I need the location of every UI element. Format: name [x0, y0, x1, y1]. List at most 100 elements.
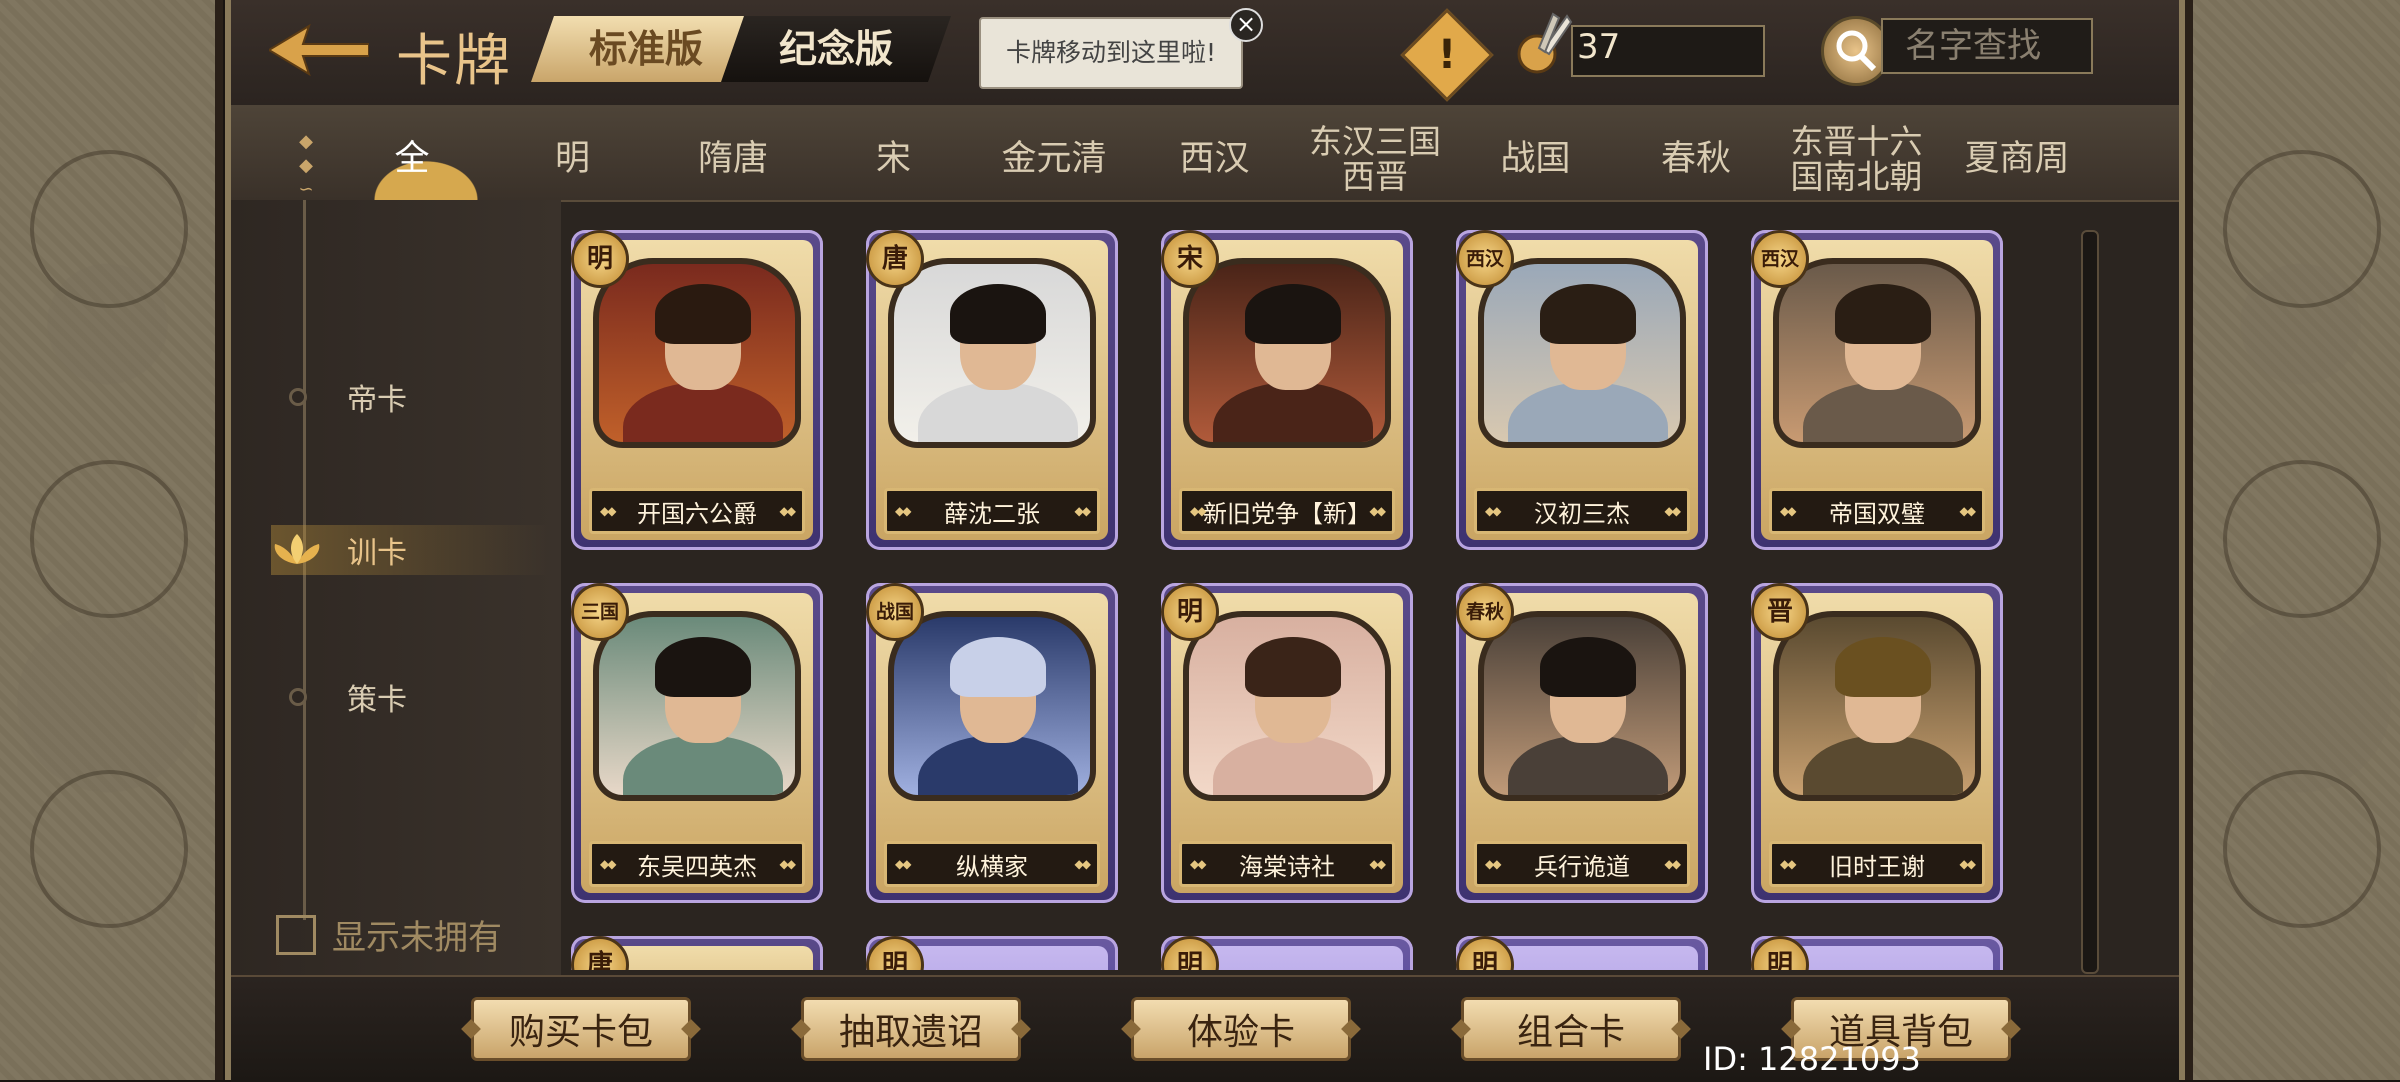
- card[interactable]: 薛沈二张 唐: [866, 230, 1118, 550]
- era-tab-label: 东汉三国 西晋: [1309, 121, 1441, 196]
- card[interactable]: 帝国双璧 西汉: [1751, 230, 2003, 550]
- card-portrait: [888, 611, 1096, 801]
- portrait-hair: [1540, 637, 1636, 697]
- tab-era-3[interactable]: 宋: [819, 112, 969, 207]
- portrait-hair: [1245, 637, 1341, 697]
- show-unowned-label: 显示未拥有: [332, 918, 502, 958]
- card-name: 薛沈二张: [884, 488, 1100, 534]
- left-ornament-panel: [0, 0, 223, 1080]
- card[interactable]: 明: [866, 936, 1118, 970]
- card[interactable]: 开国六公爵 明: [571, 230, 823, 550]
- card[interactable]: 纵横家 战国: [866, 583, 1118, 903]
- trial-card-button[interactable]: 体验卡: [1131, 997, 1351, 1061]
- tab-era-7[interactable]: 战国: [1461, 112, 1611, 207]
- card[interactable]: 明: [1161, 936, 1413, 970]
- era-badge: 唐: [571, 936, 629, 970]
- portrait-body: [623, 735, 783, 795]
- tab-era-9[interactable]: 东晋十六 国南北朝: [1782, 112, 1932, 207]
- era-tab-label: 宋: [875, 139, 911, 180]
- tooltip-text: 卡牌移动到这里啦!: [979, 17, 1243, 89]
- search-input[interactable]: [1881, 18, 2093, 74]
- portrait-body: [1803, 382, 1963, 442]
- category-label: 训卡: [347, 536, 407, 571]
- tab-memorial[interactable]: 纪念版: [721, 16, 951, 82]
- era-badge: 春秋: [1456, 583, 1514, 641]
- category-emperor[interactable]: 帝卡: [289, 372, 549, 422]
- combo-card-button[interactable]: 组合卡: [1461, 997, 1681, 1061]
- era-badge: 晋: [1751, 583, 1809, 641]
- category-label: 策卡: [347, 683, 407, 718]
- portrait-body: [1213, 735, 1373, 795]
- era-tab-label: 全: [394, 139, 430, 180]
- tab-era-1[interactable]: 明: [498, 112, 648, 207]
- tab-era-4[interactable]: 金元清: [979, 112, 1129, 207]
- era-badge: 明: [1751, 936, 1809, 970]
- back-button[interactable]: [267, 22, 370, 78]
- close-icon[interactable]: ×: [1229, 8, 1263, 42]
- card[interactable]: 兵行诡道 春秋: [1456, 583, 1708, 903]
- portrait-hair: [1835, 284, 1931, 344]
- era-tab-label: 西汉: [1179, 139, 1250, 180]
- tab-era-10[interactable]: 夏商周: [1942, 112, 2092, 207]
- card[interactable]: 旧时王谢 晋: [1751, 583, 2003, 903]
- card-portrait: [1183, 611, 1391, 801]
- rail-dot-icon: [289, 388, 307, 406]
- show-unowned-toggle[interactable]: 显示未拥有: [276, 910, 502, 959]
- card-portrait: [1773, 611, 1981, 801]
- dragon-ornament-icon: [30, 770, 188, 928]
- category-training[interactable]: 训卡: [271, 525, 551, 575]
- draw-edict-button[interactable]: 抽取遗诏: [801, 997, 1021, 1061]
- portrait-hair: [655, 284, 751, 344]
- warning-icon[interactable]: !: [1400, 8, 1494, 102]
- card-name: 汉初三杰: [1474, 488, 1690, 534]
- card-portrait: [593, 611, 801, 801]
- portrait-hair: [1245, 284, 1341, 344]
- card-grid: 开国六公爵明薛沈二张唐新旧党争【新】宋汉初三杰西汉帝国双璧西汉东吴四英杰三国纵横…: [571, 210, 2091, 970]
- player-id: ID: 12821093: [1703, 1040, 1921, 1078]
- tab-era-2[interactable]: 隋唐: [658, 112, 808, 207]
- card[interactable]: 新旧党争【新】 宋: [1161, 230, 1413, 550]
- tab-era-0[interactable]: 全: [337, 112, 487, 207]
- lotus-icon: [274, 534, 320, 564]
- card[interactable]: 东吴四英杰 三国: [571, 583, 823, 903]
- era-tab-label: 金元清: [1001, 139, 1107, 180]
- portrait-hair: [1540, 284, 1636, 344]
- card-grid-scrollbar[interactable]: [2081, 230, 2099, 974]
- show-unowned-checkbox[interactable]: [276, 914, 316, 955]
- card-name: 旧时王谢: [1769, 841, 1985, 887]
- category-strategy[interactable]: 策卡: [289, 672, 549, 722]
- tab-era-6[interactable]: 东汉三国 西晋: [1300, 112, 1450, 207]
- dragon-ornament-icon: [30, 460, 188, 618]
- card[interactable]: 明: [1456, 936, 1708, 970]
- tab-era-8[interactable]: 春秋: [1621, 112, 1771, 207]
- tab-era-5[interactable]: 西汉: [1140, 112, 1290, 207]
- dragon-ornament-icon: [30, 150, 188, 308]
- card[interactable]: 海棠诗社 明: [1161, 583, 1413, 903]
- diamond-ornament-icon: ◆ ◆ ∽: [298, 131, 314, 200]
- category-label: 帝卡: [347, 383, 407, 418]
- portrait-body: [918, 382, 1078, 442]
- token-count: 37: [1577, 27, 1621, 67]
- card[interactable]: 明: [1751, 936, 2003, 970]
- page-title: 卡牌: [396, 29, 512, 94]
- portrait-body: [623, 382, 783, 442]
- era-badge: 宋: [1161, 230, 1219, 288]
- era-badge: 明: [1161, 936, 1219, 970]
- era-badge: 西汉: [1456, 230, 1514, 288]
- portrait-body: [1508, 382, 1668, 442]
- right-ornament-panel: [2185, 0, 2400, 1080]
- dragon-ornament-icon: [2223, 770, 2381, 928]
- portrait-hair: [1835, 637, 1931, 697]
- card-name: 开国六公爵: [589, 488, 805, 534]
- buy-pack-button[interactable]: 购买卡包: [471, 997, 691, 1061]
- portrait-body: [1803, 735, 1963, 795]
- card[interactable]: 唐: [571, 936, 823, 970]
- portrait-hair: [950, 284, 1046, 344]
- era-tab-label: 明: [554, 139, 590, 180]
- era-badge: 明: [866, 936, 924, 970]
- card-portrait: [1478, 611, 1686, 801]
- card[interactable]: 汉初三杰 西汉: [1456, 230, 1708, 550]
- era-badge: 明: [1161, 583, 1219, 641]
- era-badge: 三国: [571, 583, 629, 641]
- top-bar: 卡牌 标准版 纪念版 卡牌移动到这里啦! × ! 37: [231, 0, 2179, 107]
